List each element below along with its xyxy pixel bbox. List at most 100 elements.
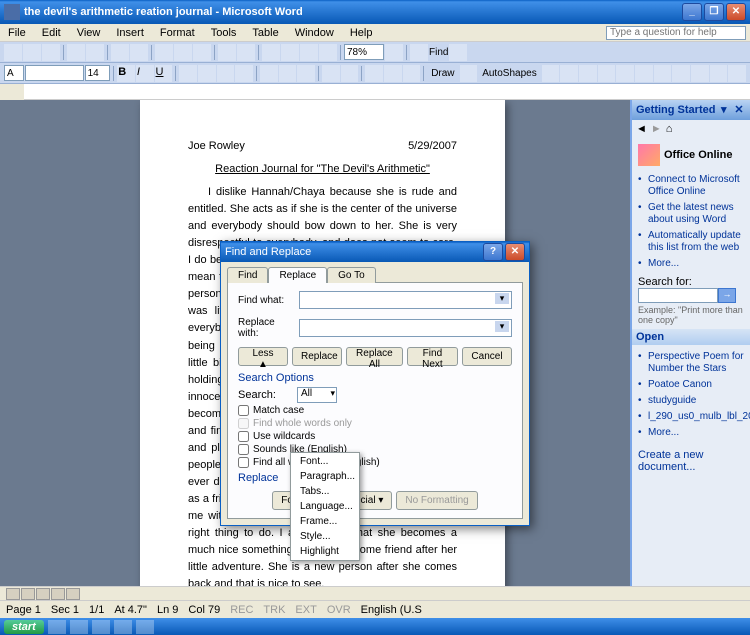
tab-goto[interactable]: Go To bbox=[327, 267, 376, 283]
oval-icon[interactable] bbox=[598, 65, 616, 82]
menu-table[interactable]: Table bbox=[248, 27, 282, 39]
replace-with-input[interactable] bbox=[299, 319, 512, 337]
highlight-icon[interactable] bbox=[384, 65, 402, 82]
recent-file[interactable]: l_290_us0_mulb_lbl_20psht bbox=[638, 409, 744, 425]
dialog-close-button[interactable]: ✕ bbox=[505, 243, 525, 261]
font-combo[interactable] bbox=[25, 65, 84, 81]
bold-icon[interactable]: B bbox=[117, 65, 135, 82]
textbox-icon[interactable] bbox=[616, 65, 634, 82]
search-go-button[interactable]: → bbox=[718, 288, 736, 303]
status-trk[interactable]: TRK bbox=[263, 604, 285, 616]
normal-view-icon[interactable] bbox=[6, 588, 20, 600]
popup-highlight[interactable]: Highlight bbox=[292, 544, 358, 559]
recent-file[interactable]: Perspective Poem for Number the Stars bbox=[638, 349, 744, 377]
undo-icon[interactable] bbox=[218, 44, 236, 61]
tp-link-connect[interactable]: Connect to Microsoft Office Online bbox=[638, 172, 744, 200]
paste-icon[interactable] bbox=[193, 44, 211, 61]
cut-icon[interactable] bbox=[155, 44, 173, 61]
help-icon[interactable] bbox=[385, 44, 403, 61]
taskpane-forward-icon[interactable]: ► bbox=[651, 123, 662, 135]
copy-icon[interactable] bbox=[174, 44, 192, 61]
menu-insert[interactable]: Insert bbox=[112, 27, 148, 39]
minimize-button[interactable]: _ bbox=[682, 3, 702, 21]
less-button[interactable]: Less ▲ bbox=[238, 347, 288, 366]
web-view-icon[interactable] bbox=[21, 588, 35, 600]
line-spacing-icon[interactable] bbox=[260, 65, 278, 82]
autoshapes-label[interactable]: AutoShapes bbox=[478, 68, 541, 79]
align-right-icon[interactable] bbox=[217, 65, 235, 82]
arrow-icon[interactable] bbox=[560, 65, 578, 82]
popup-language[interactable]: Language... bbox=[292, 499, 358, 514]
create-doc-link[interactable]: Create a new document... bbox=[638, 445, 744, 473]
recent-file[interactable]: studyguide bbox=[638, 393, 744, 409]
popup-paragraph[interactable]: Paragraph... bbox=[292, 469, 358, 484]
popup-tabs[interactable]: Tabs... bbox=[292, 484, 358, 499]
diagram-icon[interactable] bbox=[654, 65, 672, 82]
wordart-icon[interactable] bbox=[635, 65, 653, 82]
taskbar-item[interactable] bbox=[136, 620, 154, 634]
spell-icon[interactable] bbox=[111, 44, 129, 61]
menu-help[interactable]: Help bbox=[346, 27, 377, 39]
hyperlink-icon[interactable] bbox=[262, 44, 280, 61]
restore-button[interactable]: ❐ bbox=[704, 3, 724, 21]
start-button[interactable]: start bbox=[4, 620, 44, 634]
taskpane-dropdown-icon[interactable]: ▾ bbox=[717, 103, 731, 117]
outline-view-icon[interactable] bbox=[51, 588, 65, 600]
borders-icon[interactable] bbox=[365, 65, 383, 82]
replace-button[interactable]: Replace bbox=[292, 347, 342, 366]
select-icon[interactable] bbox=[460, 65, 478, 82]
menu-tools[interactable]: Tools bbox=[207, 27, 241, 39]
find-what-input[interactable] bbox=[299, 291, 512, 309]
match-case-checkbox[interactable] bbox=[238, 405, 249, 416]
italic-icon[interactable]: I bbox=[136, 65, 154, 82]
wildcards-checkbox[interactable] bbox=[238, 431, 249, 442]
menu-view[interactable]: View bbox=[73, 27, 105, 39]
align-justify-icon[interactable] bbox=[235, 65, 253, 82]
popup-style[interactable]: Style... bbox=[292, 529, 358, 544]
line-color-icon[interactable] bbox=[728, 65, 746, 82]
find-dropdown-icon[interactable] bbox=[449, 44, 467, 61]
draw-label[interactable]: Draw bbox=[427, 68, 458, 79]
tables-icon[interactable] bbox=[281, 44, 299, 61]
sounds-like-checkbox[interactable] bbox=[238, 444, 249, 455]
popup-frame[interactable]: Frame... bbox=[292, 514, 358, 529]
reading-view-icon[interactable] bbox=[66, 588, 80, 600]
search-dir-combo[interactable]: All bbox=[297, 387, 337, 403]
bullets-icon[interactable] bbox=[297, 65, 315, 82]
decrease-indent-icon[interactable] bbox=[322, 65, 340, 82]
clipart-icon[interactable] bbox=[672, 65, 690, 82]
taskbar-item[interactable] bbox=[92, 620, 110, 634]
taskbar-item[interactable] bbox=[70, 620, 88, 634]
fill-color-icon[interactable] bbox=[710, 65, 728, 82]
style-combo[interactable]: A bbox=[4, 65, 24, 81]
status-ext[interactable]: EXT bbox=[295, 604, 316, 616]
taskpane-back-icon[interactable]: ◄ bbox=[636, 123, 647, 135]
align-center-icon[interactable] bbox=[198, 65, 216, 82]
save-icon[interactable] bbox=[42, 44, 60, 61]
status-rec[interactable]: REC bbox=[230, 604, 253, 616]
menu-edit[interactable]: Edit bbox=[38, 27, 65, 39]
find-icon[interactable] bbox=[410, 44, 428, 61]
recent-file[interactable]: Poatoe Canon bbox=[638, 377, 744, 393]
print-icon[interactable] bbox=[67, 44, 85, 61]
underline-icon[interactable]: U bbox=[155, 65, 173, 82]
tab-find[interactable]: Find bbox=[227, 267, 268, 283]
new-doc-icon[interactable] bbox=[4, 44, 22, 61]
help-question-box[interactable] bbox=[606, 26, 746, 40]
numbering-icon[interactable] bbox=[279, 65, 297, 82]
find-next-button[interactable]: Find Next bbox=[407, 347, 458, 366]
dialog-help-icon[interactable]: ? bbox=[483, 243, 503, 261]
close-button[interactable]: ✕ bbox=[726, 3, 746, 21]
tp-link-update[interactable]: Automatically update this list from the … bbox=[638, 228, 744, 256]
increase-indent-icon[interactable] bbox=[341, 65, 359, 82]
menu-file[interactable]: File bbox=[4, 27, 30, 39]
taskbar-item[interactable] bbox=[114, 620, 132, 634]
cancel-button[interactable]: Cancel bbox=[462, 347, 512, 366]
status-lang[interactable]: English (U.S bbox=[361, 604, 422, 616]
drawing-icon[interactable] bbox=[319, 44, 337, 61]
tp-link-news[interactable]: Get the latest news about using Word bbox=[638, 200, 744, 228]
taskpane-close-icon[interactable]: ✕ bbox=[732, 103, 746, 117]
rect-icon[interactable] bbox=[579, 65, 597, 82]
redo-icon[interactable] bbox=[237, 44, 255, 61]
font-color-icon[interactable] bbox=[403, 65, 421, 82]
